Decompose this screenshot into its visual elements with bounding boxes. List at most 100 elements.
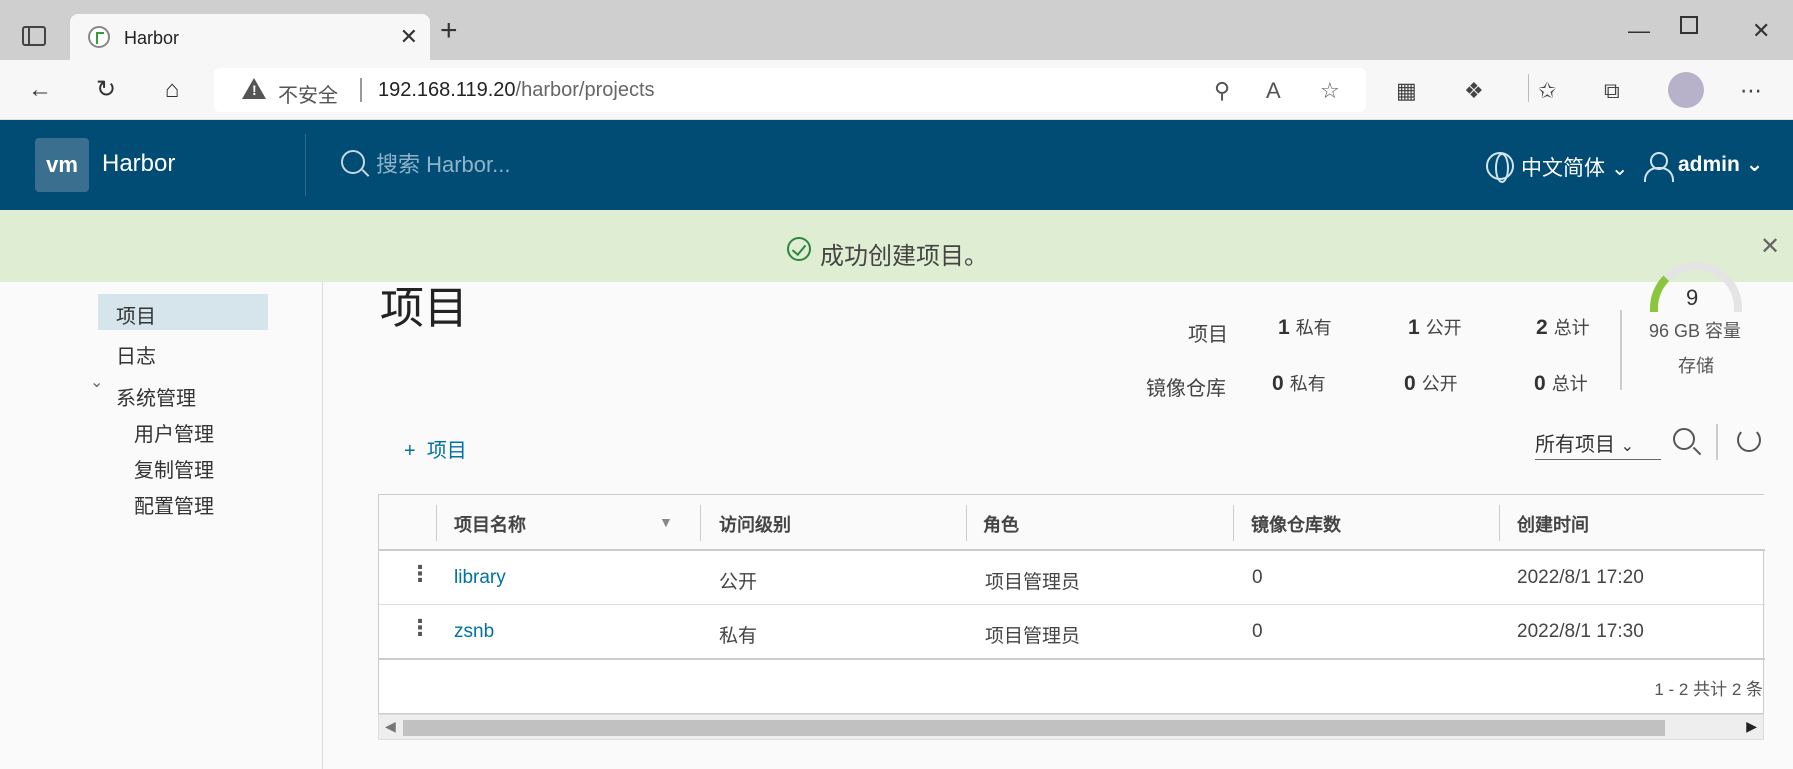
app-brand[interactable]: Harbor xyxy=(102,150,175,178)
project-created: 2022/8/1 17:30 xyxy=(1517,621,1644,642)
stat-repos-label: 镜像仓库 xyxy=(1146,378,1226,400)
filter-icon[interactable]: ▼ xyxy=(659,514,673,530)
project-filter-select[interactable]: 所有项目 ⌄ xyxy=(1535,426,1661,460)
browser-tab-strip: Harbor ✕ + — ✕ xyxy=(0,0,1793,60)
column-header-access[interactable]: 访问级别 xyxy=(719,511,791,537)
stat-repos-public: 0 公开 xyxy=(1404,372,1458,395)
column-separator xyxy=(700,505,701,541)
user-menu[interactable]: admin ⌄ xyxy=(1678,152,1763,177)
table-row: ⋮ zsnb 私有 项目管理员 0 2022/8/1 17:30 xyxy=(379,605,1765,659)
column-header-name[interactable]: 项目名称 xyxy=(454,511,526,537)
chevron-down-icon[interactable]: ⌄ xyxy=(90,372,103,392)
minimize-icon[interactable]: — xyxy=(1628,18,1650,44)
vmware-logo: vm xyxy=(35,138,89,192)
tab-actions-icon[interactable] xyxy=(22,26,46,46)
favorites-icon[interactable]: ✩ xyxy=(1538,78,1556,104)
row-actions-icon[interactable]: ⋮ xyxy=(409,563,431,585)
stat-repos-private: 0 私有 xyxy=(1272,372,1326,395)
quota-storage-label: 存储 xyxy=(1678,356,1714,376)
add-project-label: 项目 xyxy=(426,440,467,462)
alert-message: 成功创建项目。 xyxy=(820,243,988,270)
success-check-icon xyxy=(787,237,811,261)
project-access: 私有 xyxy=(719,626,758,647)
quota-count: 9 xyxy=(1686,285,1699,310)
home-icon[interactable]: ⌂ xyxy=(154,72,190,108)
chevron-down-icon: ⌄ xyxy=(1620,438,1634,455)
add-project-button[interactable]: + 项目 xyxy=(404,434,467,463)
scrollbar-thumb[interactable] xyxy=(403,720,1665,736)
stat-projects-private: 1 私有 xyxy=(1278,316,1332,339)
column-separator xyxy=(966,505,967,541)
stat-projects-total: 2 总计 xyxy=(1536,316,1590,339)
table-footer-divider xyxy=(379,658,1765,660)
scroll-right-icon[interactable]: ▶ xyxy=(1746,718,1757,735)
global-search-input[interactable] xyxy=(376,150,676,180)
user-icon xyxy=(1644,152,1674,182)
harbor-favicon-icon xyxy=(88,26,110,48)
sidebar-item-replications[interactable]: 复制管理 xyxy=(134,454,214,483)
tab-title: Harbor xyxy=(124,28,180,48)
browser-tab[interactable]: Harbor ✕ xyxy=(70,14,430,60)
project-name-link[interactable]: library xyxy=(454,567,506,589)
alert-close-icon[interactable]: ✕ xyxy=(1760,232,1780,261)
table-row: ⋮ library 公开 项目管理员 0 2022/8/1 17:20 xyxy=(379,551,1765,605)
tab-close-icon[interactable]: ✕ xyxy=(400,24,418,50)
sidebar-item-configuration[interactable]: 配置管理 xyxy=(134,490,214,519)
sidebar-item-administration[interactable]: 系统管理 xyxy=(116,382,196,411)
column-separator xyxy=(436,505,437,541)
column-header-created[interactable]: 创建时间 xyxy=(1517,511,1589,537)
stat-projects-public: 1 公开 xyxy=(1408,316,1462,339)
sidebar-item-logs[interactable]: 日志 xyxy=(116,340,156,369)
refresh-icon[interactable] xyxy=(1737,428,1761,452)
globe-icon xyxy=(1486,152,1514,183)
read-aloud-icon[interactable]: A xyxy=(1266,78,1281,104)
toolbar-divider xyxy=(1716,424,1718,460)
collections-icon[interactable]: ⧉ xyxy=(1604,78,1620,104)
refresh-icon[interactable]: ↻ xyxy=(88,72,124,108)
language-selector[interactable]: 中文简体 ⌄ xyxy=(1521,152,1628,182)
sidebar-item-projects[interactable]: 项目 xyxy=(98,294,268,330)
favorite-add-icon[interactable]: ☆ xyxy=(1320,78,1340,104)
extension-icon[interactable]: ▦ xyxy=(1396,78,1417,104)
search-icon[interactable] xyxy=(1673,428,1695,450)
back-icon[interactable]: ← xyxy=(22,72,58,108)
project-role: 项目管理员 xyxy=(985,626,1081,647)
more-icon[interactable]: ⋯ xyxy=(1740,78,1762,104)
scroll-left-icon[interactable]: ◀ xyxy=(385,718,396,735)
address-bar[interactable]: 不安全 192.168.119.20/harbor/projects ⚲ A ☆ xyxy=(214,68,1366,112)
puzzle-icon[interactable]: ❖ xyxy=(1464,78,1484,104)
project-name-link[interactable]: zsnb xyxy=(454,621,494,643)
plus-icon: + xyxy=(404,440,416,462)
sidebar-item-users[interactable]: 用户管理 xyxy=(134,418,214,447)
search-icon xyxy=(341,150,365,174)
stats-divider xyxy=(1620,310,1622,390)
toolbar-separator xyxy=(1528,74,1529,102)
column-header-role[interactable]: 角色 xyxy=(983,511,1019,537)
projects-table: 项目名称 ▼ 访问级别 角色 镜像仓库数 创建时间 ⋮ library 公开 项… xyxy=(378,494,1765,714)
column-separator xyxy=(1233,505,1234,541)
key-icon[interactable]: ⚲ xyxy=(1214,78,1230,104)
row-actions-icon[interactable]: ⋮ xyxy=(409,617,431,639)
new-tab-button[interactable]: + xyxy=(440,16,458,46)
filter-value: 所有项目 xyxy=(1535,434,1615,456)
column-header-repo-count[interactable]: 镜像仓库数 xyxy=(1251,511,1341,537)
quota-capacity: 96 GB 容量 xyxy=(1649,321,1742,341)
chevron-down-icon: ⌄ xyxy=(1745,153,1764,176)
url-host: 192.168.119.20 xyxy=(378,79,516,101)
project-created: 2022/8/1 17:20 xyxy=(1517,567,1644,588)
url-separator xyxy=(360,78,362,102)
project-access: 公开 xyxy=(719,572,758,593)
profile-icon[interactable] xyxy=(1668,72,1704,108)
sidebar-nav: 项目 日志 ⌄ 系统管理 用户管理 复制管理 配置管理 xyxy=(0,282,323,769)
warning-icon xyxy=(242,78,266,99)
insecure-label: 不安全 xyxy=(278,85,338,107)
header-divider xyxy=(305,134,306,196)
browser-toolbar: ← ↻ ⌂ 不安全 192.168.119.20/harbor/projects… xyxy=(0,60,1793,120)
username-label: admin xyxy=(1678,153,1740,176)
window-close-icon[interactable]: ✕ xyxy=(1752,18,1770,44)
maximize-icon[interactable] xyxy=(1680,16,1698,34)
column-separator xyxy=(1499,505,1500,541)
project-role: 项目管理员 xyxy=(985,572,1081,593)
url-text[interactable]: 192.168.119.20/harbor/projects xyxy=(378,79,655,102)
horizontal-scrollbar[interactable]: ◀ ▶ xyxy=(378,714,1764,740)
